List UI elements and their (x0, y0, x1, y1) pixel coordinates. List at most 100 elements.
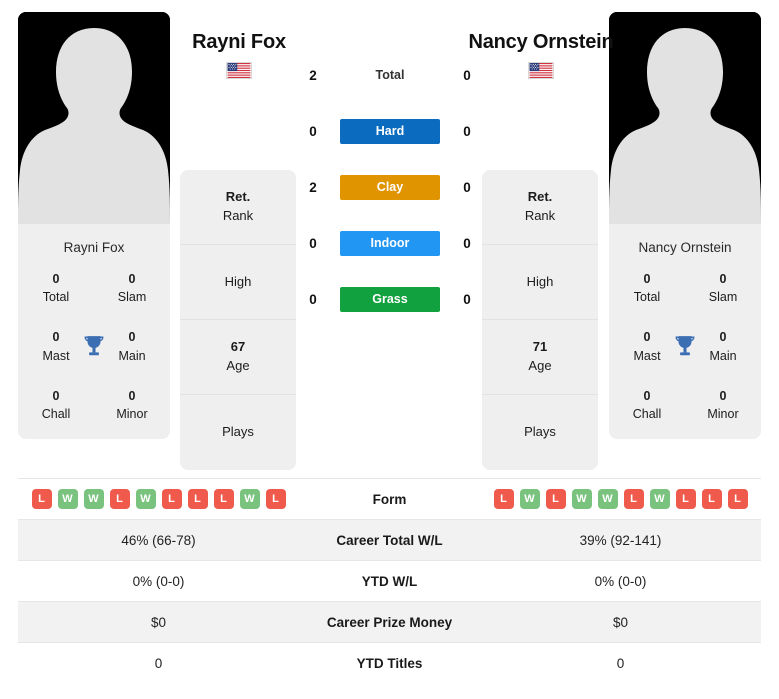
right-player-header: Nancy Ornstein (466, 30, 616, 80)
h2h-right-score: 0 (463, 123, 471, 139)
surface-badge-clay[interactable]: Clay (340, 174, 440, 200)
form-badge-loss[interactable]: L (161, 489, 182, 509)
form-badge-loss[interactable]: L (675, 489, 696, 509)
right-player-column: Nancy Ornstein 0 Total 0 Slam 0 Mast 0 M… (609, 12, 761, 439)
honour-label: Total (42, 290, 70, 305)
info-row-high: High (180, 245, 296, 320)
honour-minor: 0 Minor (94, 387, 170, 423)
h2h-surface-label: Total (375, 68, 405, 82)
left-honours-grid: 0 Total 0 Slam 0 Mast 0 Main 0 Chall 0 M… (18, 270, 170, 423)
form-badge-win[interactable]: W (135, 489, 156, 509)
h2h-row-indoor: 0 Indoor 0 (300, 228, 480, 258)
stat-label: YTD W/L (299, 560, 480, 602)
table-row-form: LWWLWLLLWL Form LWLWWLWLLL (18, 478, 761, 520)
left-player-column: Rayni Fox 0 Total 0 Slam 0 Mast 0 Main 0… (18, 12, 170, 439)
left-info-card: Ret. Rank High 67 Age Plays (180, 170, 296, 470)
honour-label: Total (633, 290, 661, 305)
h2h-right-score: 0 (463, 67, 471, 83)
left-stat-value: 0 (18, 642, 299, 684)
info-row-high: High (482, 245, 598, 320)
form-badge-loss[interactable]: L (213, 489, 234, 509)
info-label: High (526, 273, 554, 289)
right-form-cell: LWLWWLWLLL (480, 478, 761, 520)
us-flag-icon (226, 62, 252, 80)
honour-value: 0 (643, 272, 651, 287)
trophy-icon (672, 334, 698, 360)
info-row-age: 67 Age (180, 320, 296, 395)
right-player-photo (609, 12, 761, 224)
info-label: High (224, 273, 252, 289)
right-stat-value: 39% (92-141) (480, 519, 761, 561)
info-row-plays: Plays (180, 395, 296, 470)
honour-value: 0 (128, 272, 136, 287)
right-player-name[interactable]: Nancy Ornstein (466, 30, 616, 54)
info-label: Rank (222, 208, 254, 223)
form-badge-loss[interactable]: L (109, 489, 130, 509)
left-player-photo (18, 12, 170, 224)
form-badge-win[interactable]: W (57, 489, 78, 509)
h2h-right-score: 0 (463, 291, 471, 307)
honour-label: Chall (41, 406, 71, 421)
form-badge-loss[interactable]: L (727, 489, 748, 509)
honour-total: 0 Total (609, 270, 685, 306)
honour-chall: 0 Chall (609, 387, 685, 423)
form-badge-loss[interactable]: L (545, 489, 566, 509)
info-value: Ret. (225, 189, 251, 205)
form-badge-win[interactable]: W (571, 489, 592, 509)
right-form-strip: LWLWWLWLLL (486, 489, 755, 509)
left-form-strip: LWWLWLLLWL (24, 489, 293, 509)
form-badge-win[interactable]: W (649, 489, 670, 509)
h2h-left-score: 0 (309, 235, 317, 251)
surface-badge-hard[interactable]: Hard (340, 118, 440, 144)
honour-value: 0 (643, 388, 651, 403)
left-stat-value: $0 (18, 601, 299, 643)
table-row-ytd-titles: 0 YTD Titles 0 (18, 642, 761, 684)
form-badge-loss[interactable]: L (623, 489, 644, 509)
left-player-header: Rayni Fox (164, 30, 314, 80)
trophy-icon (81, 334, 107, 360)
form-badge-loss[interactable]: L (31, 489, 52, 509)
h2h-right-score: 0 (463, 179, 471, 195)
honour-label: Minor (116, 406, 148, 421)
info-value: Ret. (527, 189, 553, 205)
left-card-player-name: Rayni Fox (63, 240, 125, 255)
player-comparison-header: Rayni Fox 0 Total 0 Slam 0 Mast 0 Main 0… (0, 0, 779, 478)
info-label: Plays (222, 424, 254, 440)
info-label: Age (226, 358, 250, 373)
left-stat-value: 46% (66-78) (18, 519, 299, 561)
right-stat-value: 0 (480, 642, 761, 684)
form-badge-loss[interactable]: L (187, 489, 208, 509)
stats-comparison-table: LWWLWLLLWL Form LWLWWLWLLL 46% (66-78) C… (18, 478, 761, 684)
stat-label: Career Prize Money (299, 601, 480, 643)
form-badge-win[interactable]: W (519, 489, 540, 509)
info-row-rank: Ret. Rank (180, 170, 296, 245)
form-badge-win[interactable]: W (239, 489, 260, 509)
right-card-player-name: Nancy Ornstein (638, 240, 732, 255)
left-player-name[interactable]: Rayni Fox (164, 30, 314, 54)
h2h-left-score: 0 (309, 123, 317, 139)
form-badge-win[interactable]: W (83, 489, 104, 509)
table-row-career-total-wl: 46% (66-78) Career Total W/L 39% (92-141… (18, 519, 761, 561)
form-badge-loss[interactable]: L (701, 489, 722, 509)
honour-total: 0 Total (18, 270, 94, 306)
stat-label: Career Total W/L (299, 519, 480, 561)
form-badge-loss[interactable]: L (265, 489, 286, 509)
honour-value: 0 (52, 272, 60, 287)
honour-chall: 0 Chall (18, 387, 94, 423)
stat-label: YTD Titles (299, 642, 480, 684)
form-badge-loss[interactable]: L (493, 489, 514, 509)
honour-value: 0 (719, 272, 727, 287)
h2h-left-score: 2 (309, 179, 317, 195)
form-badge-win[interactable]: W (597, 489, 618, 509)
stat-label: Form (299, 478, 480, 520)
h2h-right-score: 0 (463, 235, 471, 251)
us-flag-icon (528, 62, 554, 80)
h2h-row-hard: 0 Hard 0 (300, 116, 480, 146)
head-to-head-column: 2 Total 0 0 Hard 0 2 Clay 0 0 Indoor 0 0… (300, 60, 480, 340)
info-label: Rank (524, 208, 556, 223)
surface-badge-grass[interactable]: Grass (340, 286, 440, 312)
surface-badge-indoor[interactable]: Indoor (340, 230, 440, 256)
info-value: 67 (230, 339, 246, 355)
h2h-row-total: 2 Total 0 (300, 60, 480, 90)
honour-label: Slam (708, 290, 738, 305)
